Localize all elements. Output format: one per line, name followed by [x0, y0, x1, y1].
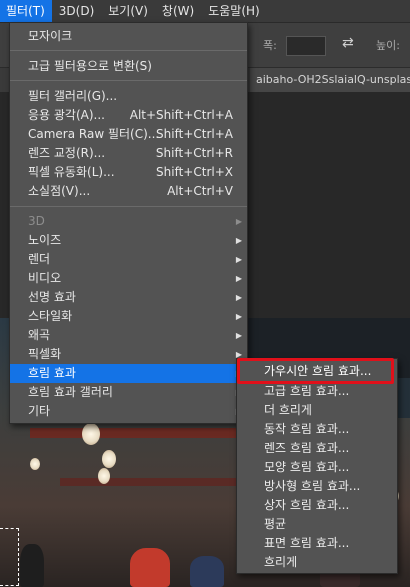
- menu-item-render[interactable]: 렌더 ▶: [10, 250, 247, 269]
- submenu-item-label: 흐리게: [264, 555, 298, 569]
- menu-3d[interactable]: 3D(D): [52, 0, 101, 22]
- swap-icon[interactable]: ⇄: [342, 35, 354, 51]
- submenu-item-label: 렌즈 흐림 효과...: [264, 441, 350, 455]
- submenu-item-lens-blur[interactable]: 렌즈 흐림 효과...: [237, 439, 397, 458]
- submenu-item-radial-blur[interactable]: 방사형 흐림 효과...: [237, 477, 397, 496]
- menu-item-stylize[interactable]: 스타일화 ▶: [10, 307, 247, 326]
- selection-marquee: [0, 528, 19, 586]
- submenu-item-shape-blur[interactable]: 모양 흐림 효과...: [237, 458, 397, 477]
- width-label: 폭:: [263, 39, 277, 52]
- submenu-item-label: 더 흐리게: [264, 403, 312, 417]
- menu-bar: 필터(T) 3D(D) 보기(V) 창(W) 도움말(H): [0, 0, 410, 23]
- menu-item-label: 픽셀화: [28, 347, 62, 361]
- menu-item-adaptive-wide-angle[interactable]: 응용 광각(A)... Alt+Shift+Ctrl+A: [10, 106, 247, 125]
- submenu-item-label: 고급 흐림 효과...: [264, 384, 350, 398]
- submenu-item-motion-blur[interactable]: 동작 흐림 효과...: [237, 420, 397, 439]
- height-label: 높이:: [376, 39, 400, 52]
- submenu-item-label: 모양 흐림 효과...: [264, 460, 350, 474]
- menu-item-video[interactable]: 비디오 ▶: [10, 269, 247, 288]
- submenu-item-surface-blur[interactable]: 표면 흐림 효과...: [237, 534, 397, 553]
- submenu-item-blur[interactable]: 흐리게: [237, 553, 397, 572]
- menu-view[interactable]: 보기(V): [101, 0, 155, 22]
- menu-window[interactable]: 창(W): [155, 0, 201, 22]
- menu-item-label: 비디오: [28, 271, 62, 285]
- submenu-item-box-blur[interactable]: 상자 흐림 효과...: [237, 496, 397, 515]
- menu-item-shortcut: Shift+Ctrl+A: [156, 127, 233, 141]
- menu-item-label: 모자이크: [28, 29, 73, 43]
- submenu-item-label: 동작 흐림 효과...: [264, 422, 350, 436]
- submenu-item-smart-blur[interactable]: 고급 흐림 효과...: [237, 382, 397, 401]
- menu-item-camera-raw[interactable]: Camera Raw 필터(C)... Shift+Ctrl+A: [10, 125, 247, 144]
- callout-highlight-box: [237, 358, 394, 384]
- menu-item-label: 응용 광각(A)...: [28, 108, 105, 122]
- menu-item-other[interactable]: 기타 ▶: [10, 402, 247, 421]
- menu-item-label: 고급 필터용으로 변환(S): [28, 59, 152, 73]
- submenu-item-label: 상자 흐림 효과...: [264, 498, 350, 512]
- menu-item-sharpen[interactable]: 선명 효과 ▶: [10, 288, 247, 307]
- submenu-arrow-icon: ▶: [235, 217, 242, 226]
- menu-item-pixelate[interactable]: 픽셀화 ▶: [10, 345, 247, 364]
- menu-item-label: 3D: [28, 214, 45, 228]
- submenu-item-label: 표면 흐림 효과...: [264, 536, 350, 550]
- menu-item-label: 흐림 효과: [28, 366, 76, 380]
- submenu-arrow-icon: ▶: [235, 236, 242, 245]
- menu-item-label: 선명 효과: [28, 290, 76, 304]
- menu-item-shortcut: Shift+Ctrl+X: [156, 165, 233, 179]
- document-tab[interactable]: aibaho-OH2SslaialQ-unsplash.: [250, 68, 410, 92]
- menu-item-shortcut: Alt+Shift+Ctrl+A: [129, 108, 233, 122]
- filter-menu: 모자이크 고급 필터용으로 변환(S) 필터 갤러리(G)... 응용 광각(A…: [9, 22, 248, 424]
- menu-item-filter-gallery[interactable]: 필터 갤러리(G)...: [10, 87, 247, 106]
- submenu-arrow-icon: ▶: [235, 331, 242, 340]
- menu-separator: [10, 206, 247, 207]
- menu-item-liquify[interactable]: 픽셀 유동화(L)... Shift+Ctrl+X: [10, 163, 247, 182]
- menu-item-label: 흐림 효과 갤러리: [28, 385, 113, 399]
- menu-item-lens-correction[interactable]: 렌즈 교정(R)... Shift+Ctrl+R: [10, 144, 247, 163]
- menu-item-label: 소실점(V)...: [28, 184, 91, 198]
- submenu-item-average[interactable]: 평균: [237, 515, 397, 534]
- menu-item-mosaic[interactable]: 모자이크: [10, 27, 247, 46]
- menu-item-blur-gallery[interactable]: 흐림 효과 갤러리 ▶: [10, 383, 247, 402]
- submenu-arrow-icon: ▶: [235, 312, 242, 321]
- menu-item-label: 픽셀 유동화(L)...: [28, 165, 115, 179]
- menu-item-label: 스타일화: [28, 309, 73, 323]
- submenu-arrow-icon: ▶: [235, 255, 242, 264]
- menu-item-convert-smart-filters[interactable]: 고급 필터용으로 변환(S): [10, 57, 247, 76]
- menu-item-label: 렌더: [28, 252, 51, 266]
- menu-filter[interactable]: 필터(T): [0, 0, 52, 22]
- menu-help[interactable]: 도움말(H): [201, 0, 267, 22]
- menu-separator: [10, 80, 247, 81]
- blur-submenu: 가우시안 흐림 효과... 고급 흐림 효과... 더 흐리게 동작 흐림 효과…: [236, 358, 398, 574]
- submenu-item-label: 평균: [264, 517, 287, 531]
- menu-item-label: 렌즈 교정(R)...: [28, 146, 106, 160]
- menu-item-label: Camera Raw 필터(C)...: [28, 127, 160, 141]
- submenu-arrow-icon: ▶: [235, 293, 242, 302]
- menu-item-label: 왜곡: [28, 328, 51, 342]
- menu-item-vanishing-point[interactable]: 소실점(V)... Alt+Ctrl+V: [10, 182, 247, 201]
- menu-item-noise[interactable]: 노이즈 ▶: [10, 231, 247, 250]
- menu-item-blur[interactable]: 흐림 효과 ▶: [10, 364, 247, 383]
- menu-separator: [10, 50, 247, 51]
- menu-item-shortcut: Alt+Ctrl+V: [167, 184, 233, 198]
- menu-item-label: 필터 갤러리(G)...: [28, 89, 118, 103]
- submenu-arrow-icon: ▶: [235, 274, 242, 283]
- submenu-item-blur-more[interactable]: 더 흐리게: [237, 401, 397, 420]
- width-field[interactable]: [286, 36, 326, 56]
- menu-item-3d: 3D ▶: [10, 212, 247, 231]
- menu-item-distort[interactable]: 왜곡 ▶: [10, 326, 247, 345]
- submenu-item-label: 방사형 흐림 효과...: [264, 479, 361, 493]
- menu-item-label: 기타: [28, 404, 51, 418]
- menu-item-shortcut: Shift+Ctrl+R: [155, 146, 233, 160]
- menu-item-label: 노이즈: [28, 233, 62, 247]
